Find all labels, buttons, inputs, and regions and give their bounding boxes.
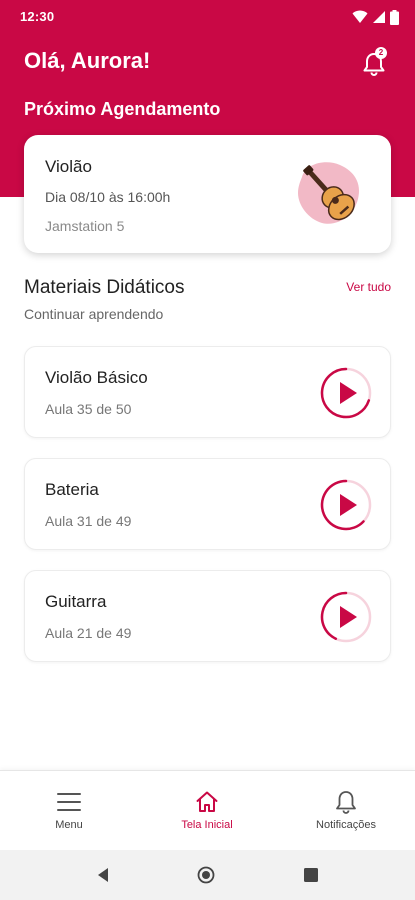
- course-title: Guitarra: [45, 592, 107, 611]
- status-bar: 12:30: [0, 0, 415, 34]
- nav-label-notifications: Notificações: [316, 819, 376, 831]
- course-progress-text: Aula 31 de 49: [45, 513, 132, 529]
- status-time: 12:30: [20, 9, 55, 24]
- bottom-navigation: Menu Tela Inicial Notificações: [0, 770, 415, 850]
- see-all-link[interactable]: Ver tudo: [346, 280, 391, 294]
- play-button[interactable]: [319, 366, 373, 420]
- play-icon: [340, 606, 357, 628]
- status-icons: [352, 8, 399, 26]
- nav-label-home: Tela Inicial: [181, 819, 233, 831]
- bell-icon: [336, 791, 356, 814]
- appointment-datetime: Dia 08/10 às 16:00h: [45, 189, 171, 205]
- course-card-bateria[interactable]: Bateria Aula 31 de 49: [24, 458, 391, 550]
- course-progress-text: Aula 35 de 50: [45, 401, 132, 417]
- nav-item-home[interactable]: Tela Inicial: [138, 771, 276, 851]
- materials-title: Materiais Didáticos: [24, 277, 185, 298]
- nav-item-menu[interactable]: Menu: [0, 771, 138, 851]
- materials-subtitle: Continuar aprendendo: [24, 306, 164, 322]
- home-circle-icon[interactable]: [196, 865, 216, 885]
- nav-label-menu: Menu: [55, 819, 83, 831]
- notifications-button[interactable]: 2: [360, 47, 390, 77]
- play-button[interactable]: [319, 478, 373, 532]
- course-card-violao-basico[interactable]: Violão Básico Aula 35 de 50: [24, 346, 391, 438]
- home-icon: [196, 791, 218, 812]
- next-appointment-title: Próximo Agendamento: [24, 99, 221, 119]
- course-card-guitarra[interactable]: Guitarra Aula 21 de 49: [24, 570, 391, 662]
- guitar-illustration: [298, 162, 360, 224]
- course-title: Bateria: [45, 480, 99, 499]
- course-title: Violão Básico: [45, 368, 148, 387]
- wifi-icon: [352, 10, 368, 23]
- signal-icon: [373, 11, 385, 23]
- system-navigation-bar: [0, 850, 415, 900]
- appointment-instrument: Violão: [45, 157, 92, 176]
- play-icon: [340, 382, 357, 404]
- recent-apps-icon[interactable]: [301, 865, 321, 885]
- appointment-card[interactable]: Violão Dia 08/10 às 16:00h Jamstation 5: [24, 135, 391, 253]
- nav-item-notifications[interactable]: Notificações: [277, 771, 415, 851]
- play-button[interactable]: [319, 590, 373, 644]
- play-icon: [340, 494, 357, 516]
- greeting-title: Olá, Aurora!: [24, 48, 151, 73]
- appointment-location: Jamstation 5: [45, 218, 125, 234]
- back-icon[interactable]: [93, 865, 113, 885]
- notification-badge: 2: [375, 47, 387, 59]
- hamburger-menu-icon: [57, 793, 81, 811]
- course-progress-text: Aula 21 de 49: [45, 625, 132, 641]
- battery-icon: [390, 9, 399, 25]
